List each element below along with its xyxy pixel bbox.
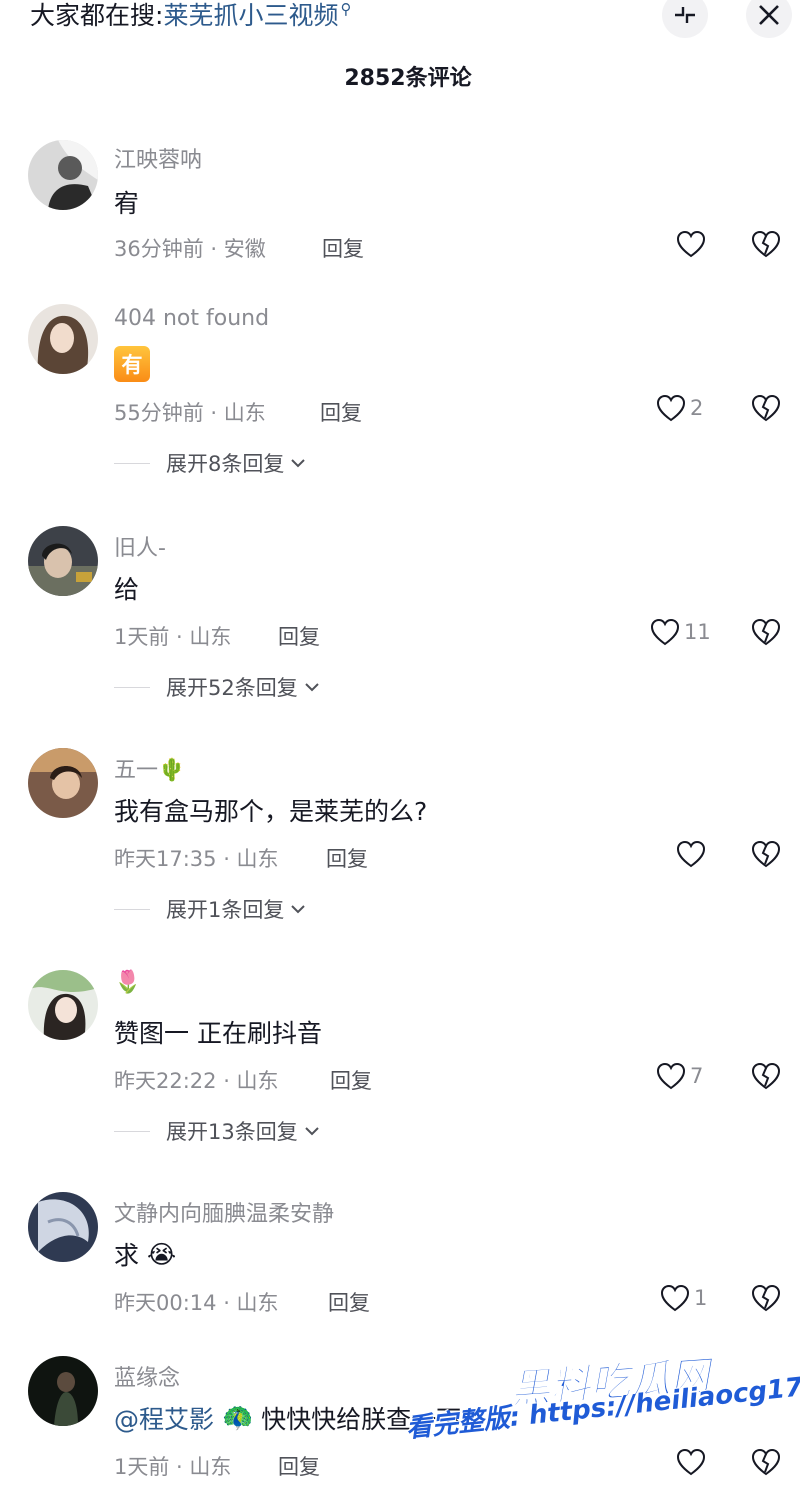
divider-line (114, 1130, 150, 1132)
comment-text: 赞图一 正在刷抖音 (114, 1019, 322, 1048)
top-bar: 大家都在搜:莱芜抓小三视频 ⚲ (0, 0, 800, 40)
reply-button[interactable]: 回复 (278, 621, 320, 651)
comment-text: 宥 (114, 189, 140, 218)
dislike-button[interactable] (750, 1062, 782, 1094)
divider-line (114, 462, 150, 464)
chevron-down-icon (305, 1127, 319, 1136)
dislike-button[interactable] (750, 618, 782, 650)
like-count: 2 (690, 396, 704, 420)
chevron-down-icon (305, 683, 319, 692)
divider-line (114, 908, 150, 910)
comment-meta: 1天前 · 山东 (114, 625, 232, 649)
divider-line (114, 686, 150, 688)
like-button[interactable] (676, 840, 710, 868)
dislike-button[interactable] (750, 1284, 782, 1316)
heart-icon (656, 394, 686, 422)
heart-icon (656, 1062, 686, 1090)
username[interactable]: 五一🌵 (114, 752, 185, 784)
reply-button[interactable]: 回复 (330, 1065, 372, 1095)
reply-button[interactable]: 回复 (326, 843, 368, 873)
comment-text: 给 (114, 575, 140, 604)
avatar[interactable] (28, 1192, 98, 1262)
dislike-button[interactable] (750, 840, 782, 872)
comment-meta: 昨天17:35 · 山东 (114, 847, 279, 871)
search-keyword[interactable]: 莱芜抓小三视频 (163, 1, 338, 30)
broken-heart-icon (751, 840, 781, 868)
like-count: 11 (684, 620, 711, 644)
search-icon: ⚲ (340, 0, 352, 18)
reply-button[interactable]: 回复 (322, 233, 364, 263)
username[interactable]: 旧人- (114, 530, 166, 562)
expand-replies[interactable]: 展开13条回复 (114, 1116, 320, 1146)
collapse-button[interactable] (662, 0, 708, 38)
expand-label: 展开52条回复 (166, 676, 298, 700)
broken-heart-icon (751, 618, 781, 646)
comment-meta: 55分钟前 · 山东 (114, 401, 266, 425)
heart-icon (660, 1284, 690, 1312)
avatar[interactable] (28, 970, 98, 1040)
comment-meta: 昨天22:22 · 山东 (114, 1069, 279, 1093)
chevron-down-icon (291, 459, 306, 468)
peacock-emoji: 🦚 (222, 1403, 254, 1432)
like-button[interactable]: 11 (650, 618, 711, 646)
reply-button[interactable]: 回复 (278, 1451, 320, 1481)
expand-label: 展开8条回复 (166, 452, 285, 476)
reply-button[interactable]: 回复 (320, 397, 362, 427)
comment-text: 求 😭 (114, 1236, 176, 1272)
username[interactable]: 蓝缘念 (114, 1360, 180, 1392)
comment-text-main: 求 (114, 1241, 140, 1270)
heart-icon (650, 618, 680, 646)
watermark: 黑料吃瓜网 看完整版: https://heiliaocg17.com (400, 1350, 800, 1490)
trending-search[interactable]: 大家都在搜:莱芜抓小三视频 ⚲ (30, 0, 352, 32)
chevron-down-icon (291, 905, 306, 914)
expand-label: 展开13条回复 (166, 1120, 298, 1144)
username[interactable]: 🌷 (114, 970, 141, 995)
close-icon (759, 5, 779, 25)
comment-meta: 1天前 · 山东 (114, 1455, 232, 1479)
broken-heart-icon (751, 394, 781, 422)
like-count: 7 (690, 1064, 704, 1088)
avatar[interactable] (28, 526, 98, 596)
crying-emoji: 😭 (147, 1239, 177, 1269)
like-button[interactable]: 2 (656, 394, 703, 422)
like-count: 1 (694, 1286, 708, 1310)
expand-label: 展开1条回复 (166, 898, 285, 922)
like-button[interactable]: 1 (660, 1284, 707, 1312)
emoji-badge: 有 (114, 346, 150, 382)
like-button[interactable]: 7 (656, 1062, 703, 1090)
comment-meta: 36分钟前 · 安徽 (114, 237, 266, 261)
expand-replies[interactable]: 展开52条回复 (114, 672, 320, 702)
avatar[interactable] (28, 748, 98, 818)
comment-text: 我有盒马那个，是莱芜的么? (114, 797, 428, 826)
broken-heart-icon (751, 1062, 781, 1090)
username[interactable]: 404 not found (114, 306, 269, 331)
collapse-icon (675, 7, 695, 23)
comment-text: 有 (114, 346, 150, 382)
dislike-button[interactable] (750, 230, 782, 262)
username[interactable]: 文静内向腼腆温柔安静 (114, 1196, 334, 1228)
reply-button[interactable]: 回复 (328, 1287, 370, 1317)
broken-heart-icon (751, 1284, 781, 1312)
heart-icon (676, 840, 706, 868)
mention-link[interactable]: @程艾影 (114, 1400, 214, 1436)
broken-heart-icon (751, 230, 781, 258)
heart-icon (676, 230, 706, 258)
expand-replies[interactable]: 展开8条回复 (114, 448, 306, 478)
avatar[interactable] (28, 1356, 98, 1426)
like-button[interactable] (676, 230, 710, 258)
comment-meta: 昨天00:14 · 山东 (114, 1291, 279, 1315)
avatar[interactable] (28, 140, 98, 210)
expand-replies[interactable]: 展开1条回复 (114, 894, 306, 924)
comment-count: 2852条评论 (344, 66, 472, 91)
close-button[interactable] (746, 0, 792, 38)
avatar[interactable] (28, 304, 98, 374)
search-prefix: 大家都在搜: (30, 1, 164, 30)
dislike-button[interactable] (750, 394, 782, 426)
username[interactable]: 江映蓉呐 (114, 142, 202, 174)
